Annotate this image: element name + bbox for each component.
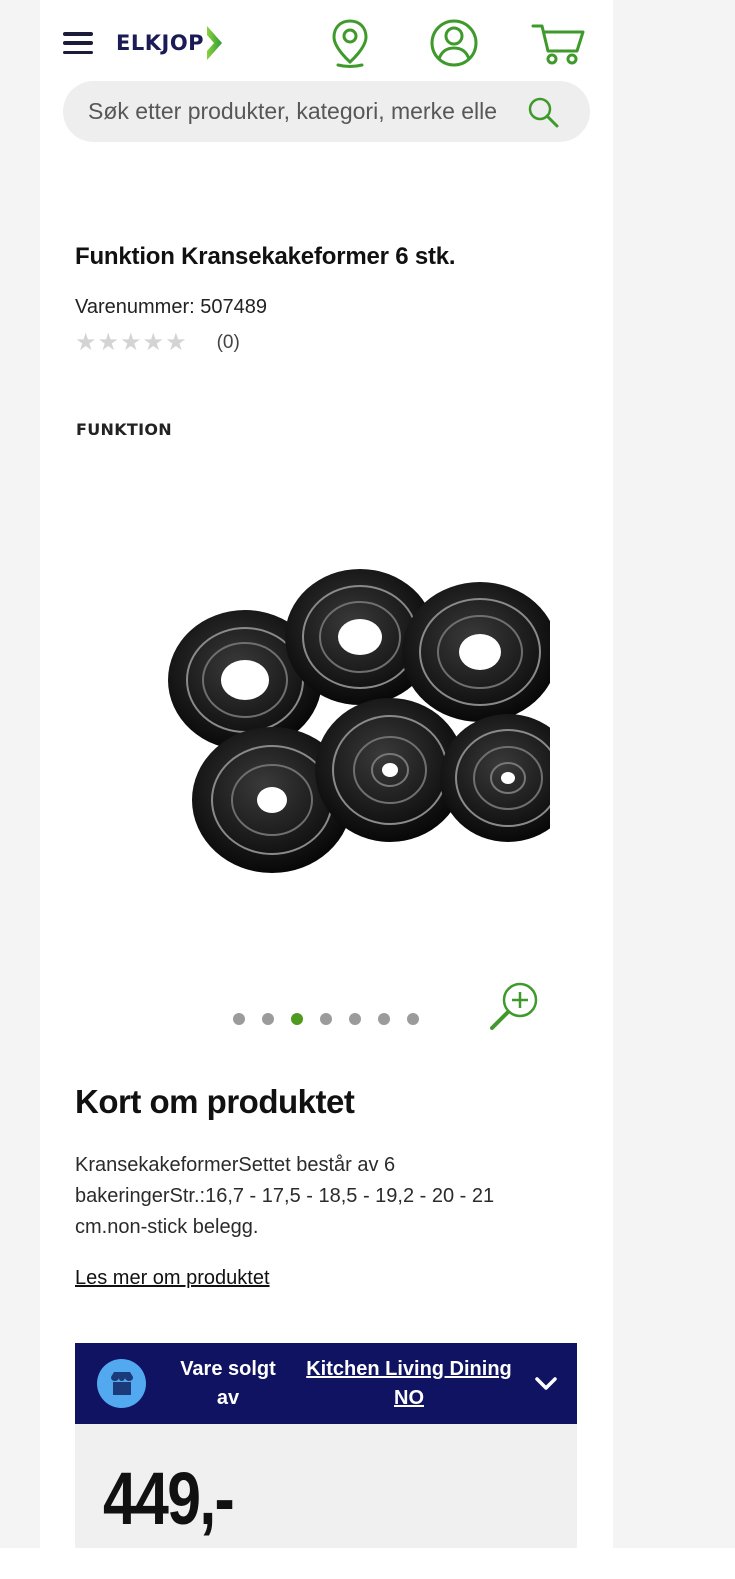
star-icon: ★ — [97, 329, 120, 356]
bottom-strip — [0, 1548, 735, 1579]
seller-name-link[interactable]: Kitchen Living Dining NO — [304, 1355, 514, 1413]
price-box: 449,- — [75, 1424, 577, 1548]
read-more-link[interactable]: Les mer om produktet — [75, 1267, 270, 1290]
section-heading: Kort om produktet — [75, 1083, 355, 1120]
cart-icon[interactable] — [530, 18, 586, 68]
product-description: KransekakeformerSettet består av 6 baker… — [75, 1154, 495, 1238]
product-price: 449,- — [103, 1457, 235, 1540]
star-icon: ★ — [142, 329, 165, 356]
rating[interactable]: ★ ★ ★ ★ ★ (0) — [75, 330, 240, 356]
gallery-dot[interactable] — [378, 1013, 390, 1025]
seller-bar[interactable]: Vare solgt av Kitchen Living Dining NO — [75, 1343, 577, 1424]
sku-label: Varenummer: — [75, 296, 195, 318]
brand-logo[interactable]: FUNKTION — [76, 420, 172, 439]
gallery-dot[interactable] — [233, 1013, 245, 1025]
sku-value: 507489 — [200, 296, 267, 318]
search-icon[interactable] — [526, 95, 560, 129]
zoom-in-icon[interactable] — [486, 978, 542, 1034]
product-title: Funktion Kransekakeformer 6 stk. — [75, 243, 456, 270]
review-count: (0) — [216, 332, 240, 353]
gallery-dot[interactable] — [349, 1013, 361, 1025]
gallery-dot[interactable] — [320, 1013, 332, 1025]
elkjop-logo[interactable]: ELKJOP — [116, 26, 223, 60]
gallery-dots — [233, 1013, 419, 1025]
chevron-down-icon[interactable] — [534, 1376, 558, 1392]
marketplace-store-icon — [97, 1359, 146, 1408]
hamburger-menu-icon[interactable] — [63, 32, 93, 54]
logo-chevron-icon — [207, 26, 223, 60]
star-icon: ★ — [120, 329, 142, 356]
gallery-dot[interactable] — [407, 1013, 419, 1025]
logo-text: ELKJOP — [116, 31, 205, 55]
store-locator-icon[interactable] — [330, 18, 370, 70]
seller-label: Vare solgt av — [180, 1357, 276, 1409]
star-icon: ★ — [75, 329, 97, 356]
search-input[interactable]: Søk etter produkter, kategori, merke ell… — [88, 98, 498, 125]
search-bar[interactable]: Søk etter produkter, kategori, merke ell… — [63, 81, 590, 142]
gallery-dot[interactable] — [262, 1013, 274, 1025]
baking-ring — [440, 714, 550, 842]
product-page: ELKJOP Søk etter produkter, kategori, me… — [40, 0, 613, 1548]
gallery-dot-active[interactable] — [291, 1013, 303, 1025]
account-icon[interactable] — [428, 18, 480, 70]
rating-stars: ★ ★ ★ ★ ★ — [75, 330, 187, 356]
product-image[interactable] — [120, 560, 550, 890]
star-icon: ★ — [165, 329, 187, 356]
sku: Varenummer: 507489 — [75, 296, 267, 319]
